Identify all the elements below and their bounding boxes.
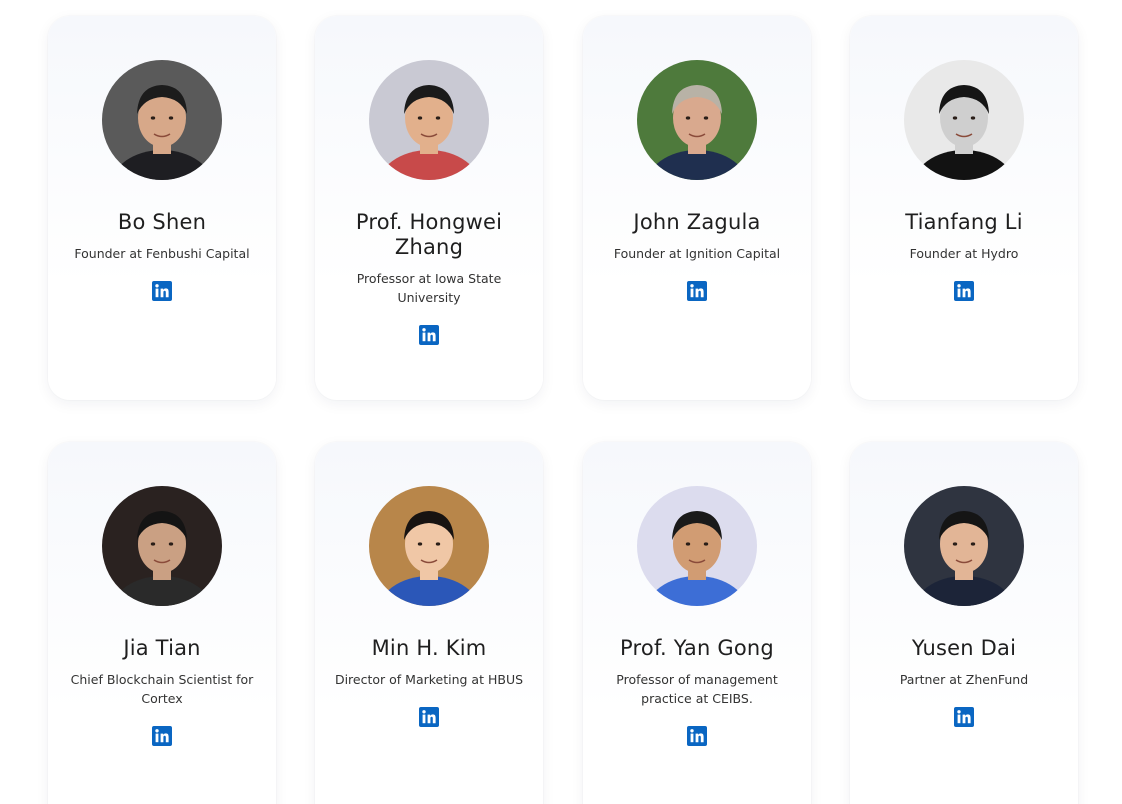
member-role: Professor of management practice at CEIB… [616,672,778,706]
member-role: Chief Blockchain Scientist for Cortex [70,672,254,706]
portrait-image [369,60,489,180]
avatar [637,60,757,180]
team-card: Jia Tian Chief Blockchain Scientist for … [48,442,276,804]
member-info: Yusen Dai Partner at ZhenFund [864,636,1064,731]
team-card: Bo Shen Founder at Fenbushi Capital [48,16,276,400]
avatar [904,60,1024,180]
member-name: Prof. Yan Gong [620,636,774,660]
linkedin-icon[interactable] [419,707,439,727]
member-name: Bo Shen [117,210,207,234]
linkedin-icon[interactable] [687,726,707,746]
linkedin-glyph [419,325,439,345]
linkedin-glyph [687,726,707,746]
portrait-image [102,486,222,606]
team-card: Prof. Yan Gong Professor of management p… [583,442,811,804]
linkedin-icon[interactable] [152,281,172,301]
team-card: Yusen Dai Partner at ZhenFund [850,442,1078,804]
member-role: Partner at ZhenFund [899,672,1029,687]
linkedin-icon[interactable] [954,281,974,301]
team-card: Min H. Kim Director of Marketing at HBUS [315,442,543,804]
team-card: Prof. Hongwei Zhang Professor at Iowa St… [315,16,543,400]
member-role: Founder at Ignition Capital [613,246,781,261]
portrait-image [904,60,1024,180]
portrait-image [102,60,222,180]
portrait-image [369,486,489,606]
avatar [369,60,489,180]
member-role: Director of Marketing at HBUS [334,672,524,687]
member-role: Founder at Hydro [909,246,1019,261]
portrait-image [904,486,1024,606]
member-role: Professor at Iowa State University [356,271,502,305]
portrait-image [637,486,757,606]
member-name: Prof. Hongwei Zhang [355,210,503,259]
member-name: Yusen Dai [911,636,1017,660]
member-info: Jia Tian Chief Blockchain Scientist for … [62,636,262,750]
linkedin-glyph [152,726,172,746]
linkedin-glyph [954,281,974,301]
member-info: Prof. Hongwei Zhang Professor at Iowa St… [329,210,529,349]
member-info: John Zagula Founder at Ignition Capital [597,210,797,305]
team-card: Tianfang Li Founder at Hydro [850,16,1078,400]
linkedin-icon[interactable] [687,281,707,301]
avatar [369,486,489,606]
team-card: John Zagula Founder at Ignition Capital [583,16,811,400]
member-role: Founder at Fenbushi Capital [74,246,250,261]
avatar [904,486,1024,606]
linkedin-icon[interactable] [152,726,172,746]
member-name: Tianfang Li [905,210,1023,234]
linkedin-glyph [954,707,974,727]
linkedin-glyph [687,281,707,301]
member-info: Prof. Yan Gong Professor of management p… [597,636,797,750]
member-info: Min H. Kim Director of Marketing at HBUS [329,636,529,731]
avatar [102,60,222,180]
linkedin-glyph [152,281,172,301]
linkedin-icon[interactable] [419,325,439,345]
linkedin-glyph [419,707,439,727]
member-info: Tianfang Li Founder at Hydro [864,210,1064,305]
member-info: Bo Shen Founder at Fenbushi Capital [62,210,262,305]
team-grid: Bo Shen Founder at Fenbushi Capital Prof… [0,0,1122,804]
member-name: Jia Tian [123,636,201,660]
avatar [637,486,757,606]
member-name: Min H. Kim [371,636,487,660]
portrait-image [637,60,757,180]
member-name: John Zagula [633,210,761,234]
avatar [102,486,222,606]
linkedin-icon[interactable] [954,707,974,727]
